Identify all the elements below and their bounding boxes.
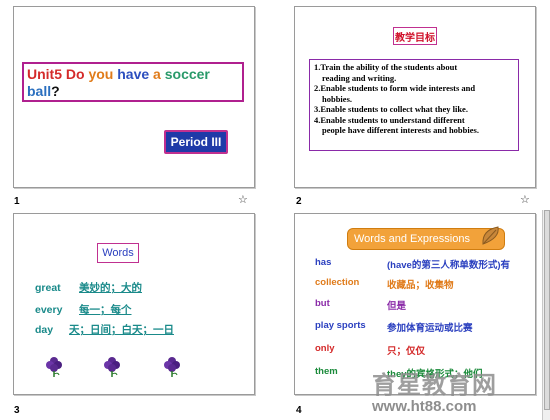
title-part: soccer (164, 66, 210, 82)
expression-en: them (315, 366, 338, 377)
leaf-decoration-icon (482, 226, 499, 245)
objective-line: 4.Enable students to understand differen… (314, 114, 465, 125)
slide-number-1: 1 (14, 196, 20, 207)
scrollbar-thumb[interactable] (544, 210, 550, 410)
title-part: Unit5 (27, 66, 66, 82)
expression-zh: (have的第三人称单数形式)有 (387, 260, 510, 271)
expression-zh: 但是 (387, 301, 407, 312)
title-part: a (153, 66, 165, 82)
word-row: day 天；日间；白天；一日 (35, 322, 174, 337)
slide-thumbnail-2[interactable]: 教学目标 1.Train the ability of the students… (294, 6, 536, 188)
slide-number-3: 3 (14, 405, 20, 416)
vertical-scrollbar[interactable] (542, 210, 550, 420)
expression-en: has (315, 257, 332, 268)
word-zh: 每一；每个 (79, 304, 132, 316)
title-part: Do (65, 66, 89, 82)
watermark: 育星教育网 (372, 365, 497, 400)
expression-zh: 收藏品；收集物 (387, 280, 454, 291)
expression-en: collection (315, 277, 360, 288)
slide-2-heading: 教学目标 (393, 27, 437, 45)
objective-line: people have different interests and hobb… (322, 125, 479, 135)
objective-line: reading and writing. (322, 72, 397, 83)
slide-number-4: 4 (296, 405, 302, 416)
slide-3-heading: Words (97, 243, 139, 263)
slide-number-2: 2 (296, 196, 302, 207)
period-label: Period III (164, 130, 228, 154)
word-row: every 每一；每个 (35, 302, 132, 317)
slide-1-title: Unit5 Do you have a soccer ball? (22, 62, 244, 102)
slide-sorter-view: Unit5 Do you have a soccer ball? Period … (0, 0, 550, 420)
objective-line: 3.Enable students to collect what they l… (314, 104, 468, 114)
watermark-text: 育星教育网 (372, 372, 497, 399)
word-zh: 美妙的；大的 (79, 282, 142, 294)
objective-line: 1.Train the ability of the students abou… (314, 62, 458, 72)
word-en: every (35, 304, 63, 316)
expression-zh: 只；仅仅 (387, 346, 426, 357)
title-part: ball (27, 83, 52, 99)
title-part: ? (51, 83, 60, 99)
expression-zh: 参加体育运动或比赛 (387, 323, 473, 334)
expression-en: but (315, 298, 330, 309)
word-zh: 天；日间；白天；一日 (69, 324, 174, 336)
grape-flower-icon (46, 357, 62, 377)
word-en: great (35, 282, 61, 294)
slide-thumbnail-1[interactable]: Unit5 Do you have a soccer ball? Period … (13, 6, 255, 188)
title-part: have (117, 66, 154, 82)
objectives-box: 1.Train the ability of the students abou… (309, 59, 519, 151)
slide-thumbnail-3[interactable]: Words great 美妙的；大的 every 每一；每个 day 天；日间；白天；… (13, 213, 255, 395)
grape-flower-icon (104, 357, 120, 377)
expression-en: play sports (315, 320, 366, 331)
watermark-url: www.ht88.com (372, 398, 477, 415)
title-part: you (88, 66, 118, 82)
expression-en: only (315, 343, 335, 354)
transition-icon[interactable]: ☆ (520, 193, 530, 206)
transition-icon[interactable]: ☆ (238, 193, 248, 206)
word-en: day (35, 324, 54, 336)
word-row: great 美妙的；大的 (35, 280, 142, 295)
grape-flower-icon (164, 357, 180, 377)
objective-line: hobbies. (322, 93, 352, 104)
objective-line: 2.Enable students to form wide interests… (314, 83, 476, 93)
